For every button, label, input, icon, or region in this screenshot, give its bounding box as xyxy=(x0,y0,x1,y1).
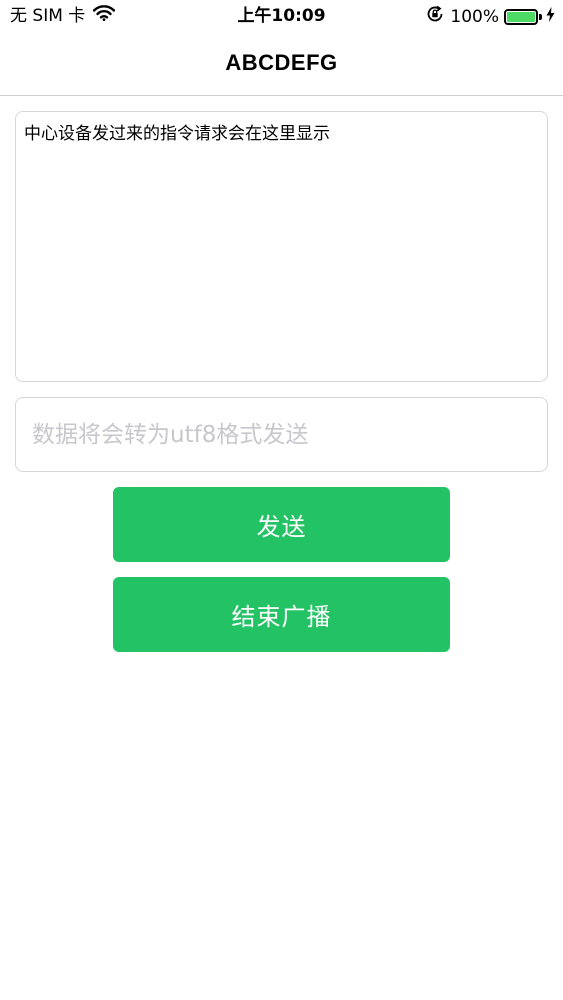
message-log[interactable]: 中心设备发过来的指令请求会在这里显示 xyxy=(15,111,548,382)
battery-icon xyxy=(504,9,538,25)
send-data-field[interactable] xyxy=(15,397,548,472)
status-right: 100% xyxy=(426,5,555,29)
charging-bolt-icon xyxy=(546,6,555,28)
stop-advertising-button[interactable]: 结束广播 xyxy=(113,577,450,652)
battery-tip xyxy=(539,14,542,20)
status-bar: 无 SIM 卡 上午10:09 100% xyxy=(0,0,563,32)
page-title: ABCDEFG xyxy=(225,49,338,75)
send-data-input[interactable] xyxy=(32,421,531,448)
orientation-lock-icon xyxy=(426,5,444,29)
navigation-bar: ABCDEFG xyxy=(0,32,563,96)
send-button[interactable]: 发送 xyxy=(113,487,450,562)
battery-percent: 100% xyxy=(450,7,499,27)
battery-fill xyxy=(507,12,535,22)
